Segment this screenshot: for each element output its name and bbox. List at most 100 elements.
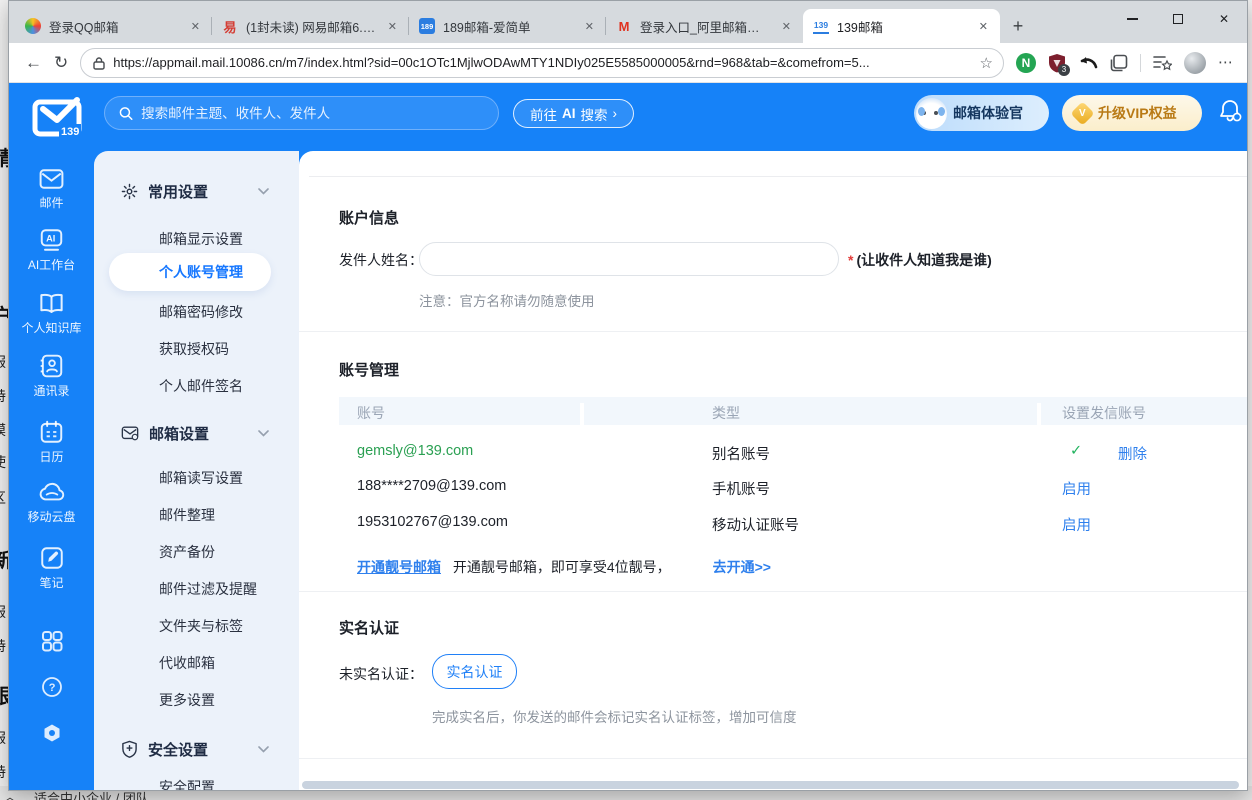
back-button[interactable]: ←: [25, 54, 42, 71]
help-icon: ?: [40, 675, 64, 699]
sender-name-input[interactable]: [419, 242, 839, 276]
nav-item-security-config[interactable]: 安全配置: [159, 777, 215, 791]
sidebar-item-knowledge-base[interactable]: 个人知识库: [9, 291, 94, 336]
new-tab-button[interactable]: +: [1004, 12, 1032, 40]
enable-link[interactable]: 启用: [1062, 478, 1091, 499]
search-input[interactable]: [141, 106, 484, 121]
nav-item-mail-display-settings[interactable]: 邮箱显示设置: [159, 229, 243, 249]
sender-name-label: 发件人姓名：: [339, 250, 423, 270]
address-bar[interactable]: https://appmail.mail.10086.cn/m7/index.h…: [80, 48, 1004, 78]
bookmark-star-icon[interactable]: ☆: [980, 54, 993, 72]
adblock-shield-icon[interactable]: 3: [1048, 53, 1066, 73]
nav-item-asset-backup[interactable]: 资产备份: [159, 542, 215, 562]
nav-section-common-settings[interactable]: 常用设置: [94, 179, 299, 203]
mail-search-box[interactable]: [104, 96, 499, 130]
nice-number-promo: 开通靓号邮箱 开通靓号邮箱，即可享受4位靓号， 去开通>>: [357, 557, 771, 577]
netease-favicon: 易: [222, 18, 238, 34]
nav-item-read-write-settings[interactable]: 邮箱读写设置: [159, 468, 243, 488]
vip-diamond-icon: V: [1070, 101, 1094, 125]
nav-section-security-settings[interactable]: 安全设置: [94, 737, 299, 761]
ai-icon: AI: [38, 227, 65, 253]
screen: 精2户服特模使区新服特限服特 ︿ 适合中小企业 / 团队 登录QQ邮箱 ✕ 易 …: [0, 0, 1252, 800]
content-top-strip: [309, 151, 1247, 177]
tab-close-icon[interactable]: ✕: [384, 18, 401, 35]
tab-close-icon[interactable]: ✕: [187, 18, 204, 35]
background-text-fragment: 2: [0, 250, 8, 266]
mail-experience-button[interactable]: 邮箱体验官: [914, 95, 1049, 131]
browser-profile-avatar[interactable]: [1184, 52, 1206, 74]
tab-189-mail[interactable]: 189 189邮箱-爱简单 ✕: [409, 9, 606, 43]
required-text: (让收件人知道我是谁): [856, 252, 991, 268]
browser-menu-icon[interactable]: ⋯: [1218, 55, 1233, 70]
nav-item-proxy-mailbox[interactable]: 代收邮箱: [159, 653, 215, 673]
real-name-status-label: 未实名认证：: [339, 664, 423, 684]
nav-item-auth-code[interactable]: 获取授权码: [159, 339, 229, 359]
chevron-down-icon: [258, 188, 269, 195]
nav-section-mailbox-settings[interactable]: 邮箱设置: [94, 421, 299, 445]
tab-close-icon[interactable]: ✕: [975, 18, 992, 35]
left-icon-rail: 邮件 AI AI工作台 个人知识库 通讯录 日历: [9, 151, 94, 791]
tab-139-mail-active[interactable]: 139 139邮箱 ✕: [803, 9, 1000, 43]
nav-item-password-change[interactable]: 邮箱密码修改: [159, 302, 243, 322]
sidebar-item-ai-workbench[interactable]: AI AI工作台: [9, 227, 94, 273]
favorites-bar-icon[interactable]: [1153, 54, 1172, 71]
calendar-icon: [38, 419, 65, 445]
account-row-mobile-auth: 1953102767@139.com 移动认证账号 启用: [339, 514, 1247, 534]
extension-arrow-icon[interactable]: [1078, 54, 1098, 72]
refresh-button[interactable]: ↻: [54, 54, 68, 71]
background-text-fragment: 模: [0, 420, 8, 440]
notification-bell-icon[interactable]: [1217, 98, 1243, 129]
extension-n-icon[interactable]: N: [1016, 53, 1036, 73]
minimize-button[interactable]: [1109, 1, 1155, 37]
nav-item-signature[interactable]: 个人邮件签名: [159, 376, 243, 396]
maximize-button[interactable]: [1155, 1, 1201, 37]
mascot-avatar: [916, 98, 947, 129]
background-text-fragment: 特: [0, 762, 8, 782]
delete-link[interactable]: 删除: [1118, 443, 1147, 464]
ai-search-em: AI: [562, 106, 576, 121]
sidebar-item-mail[interactable]: 邮件: [9, 167, 94, 211]
real-name-verify-button[interactable]: 实名认证: [432, 654, 517, 689]
nav-item-mail-organize[interactable]: 邮件整理: [159, 505, 215, 525]
sidebar-help-icon[interactable]: ?: [9, 675, 94, 699]
nav-item-filter-reminder[interactable]: 邮件过滤及提醒: [159, 579, 257, 599]
sidebar-item-calendar[interactable]: 日历: [9, 419, 94, 465]
tab-ali-mail[interactable]: M 登录入口_阿里邮箱个人版 ✕: [606, 9, 803, 43]
nice-number-text: 开通靓号邮箱，即可享受4位靓号，: [453, 559, 671, 575]
tab-qq-mail[interactable]: 登录QQ邮箱 ✕: [15, 9, 212, 43]
tab-close-icon[interactable]: ✕: [581, 18, 598, 35]
nav-item-folders-labels[interactable]: 文件夹与标签: [159, 616, 243, 636]
chevron-down-icon: [258, 746, 269, 753]
horizontal-scrollbar[interactable]: [302, 781, 1239, 789]
enable-link[interactable]: 启用: [1062, 514, 1091, 535]
grid-icon: [40, 629, 64, 653]
search-icon: [119, 106, 133, 121]
col-header-account: 账号: [357, 403, 385, 423]
collections-icon[interactable]: [1110, 54, 1128, 72]
sidebar-label: 通讯录: [9, 382, 94, 399]
sidebar-label: 日历: [9, 448, 94, 465]
close-button[interactable]: ✕: [1201, 1, 1247, 37]
upgrade-vip-button[interactable]: V 升级VIP权益: [1062, 95, 1202, 131]
tab-netease-mail[interactable]: 易 (1封未读) 网易邮箱6.0版 ✕: [212, 9, 409, 43]
sender-name-required-note: *(让收件人知道我是谁): [848, 250, 992, 270]
tab-close-icon[interactable]: ✕: [778, 18, 795, 35]
header-gap: [580, 403, 584, 431]
sidebar-item-notes[interactable]: 笔记: [9, 545, 94, 591]
sidebar-item-cloud-disk[interactable]: 移动云盘: [9, 481, 94, 525]
nice-number-link[interactable]: 开通靓号邮箱: [357, 559, 441, 575]
sidebar-item-contacts[interactable]: 通讯录: [9, 353, 94, 399]
background-text-fragment: 区: [0, 488, 8, 508]
ai-search-button[interactable]: 前往 AI 搜索 ›: [513, 99, 634, 128]
section-divider: [299, 758, 1247, 759]
nav-item-more-settings[interactable]: 更多设置: [159, 690, 215, 710]
nav-item-personal-account-active[interactable]: 个人账号管理: [109, 253, 271, 291]
sidebar-apps-grid-icon[interactable]: [9, 629, 94, 653]
go-activate-link[interactable]: 去开通>>: [713, 559, 771, 575]
browser-toolbar: ← ↻ https://appmail.mail.10086.cn/m7/ind…: [9, 43, 1247, 83]
account-cell: 188****2709@139.com: [357, 478, 506, 494]
svg-text:?: ?: [48, 682, 55, 694]
139-mail-logo[interactable]: 139: [31, 94, 83, 145]
sidebar-settings-icon[interactable]: [9, 721, 94, 745]
window-controls: ✕: [1109, 1, 1247, 37]
